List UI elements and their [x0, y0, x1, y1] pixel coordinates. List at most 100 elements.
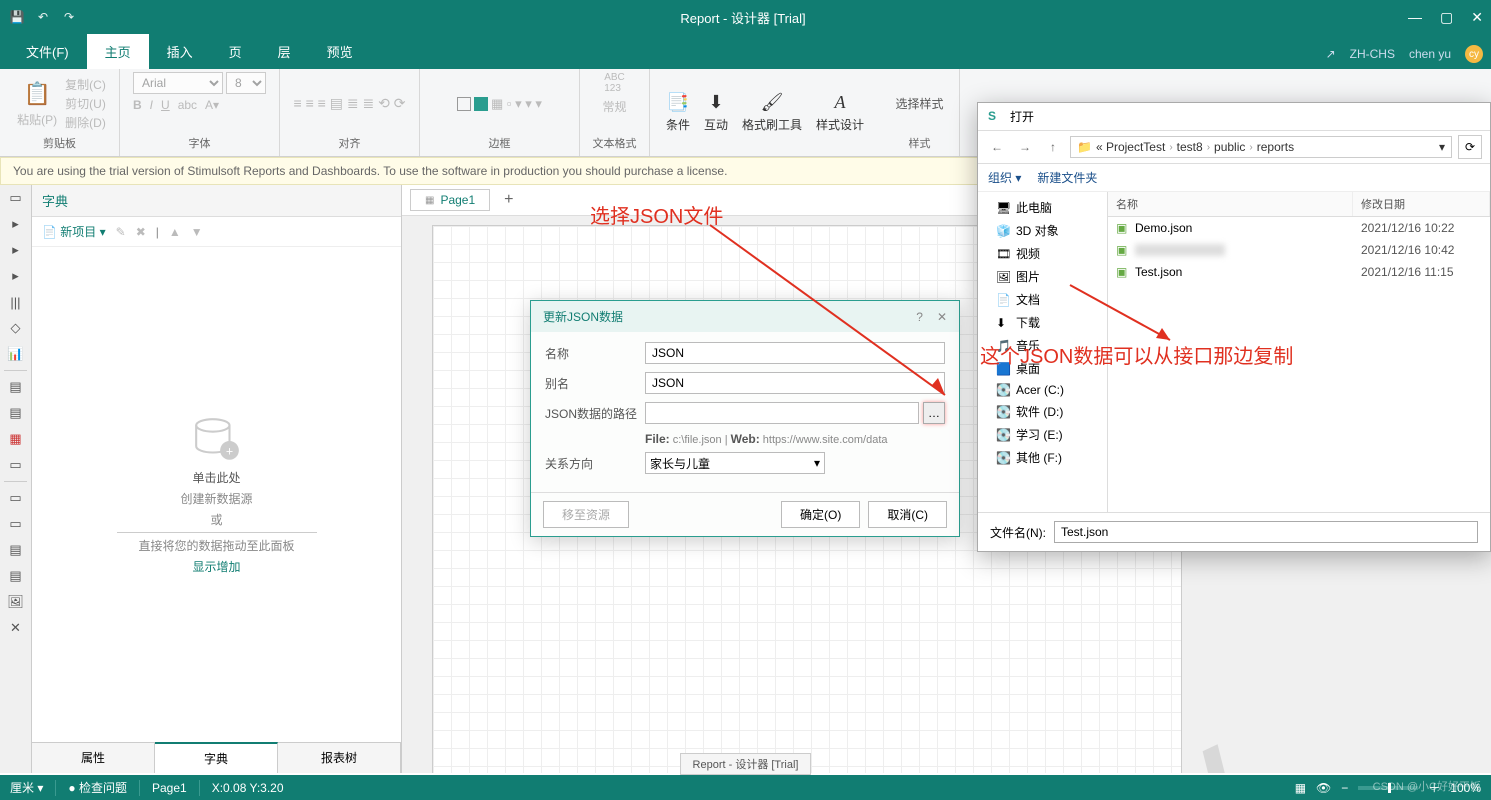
new-item-button[interactable]: 📄 新项目 ▾ [42, 223, 106, 240]
organize-button[interactable]: 组织 ▾ [988, 169, 1021, 186]
path-input[interactable] [645, 402, 919, 424]
file-row[interactable]: ▣Test.json2021/12/16 11:15 [1108, 261, 1490, 283]
tool-band-icon[interactable]: ▸ [0, 263, 31, 289]
dict-hint1[interactable]: 单击此处 [192, 469, 240, 486]
tool-cursor-icon[interactable]: ▭ [0, 185, 31, 211]
grid-icon[interactable]: ▦ [1295, 781, 1306, 795]
unit-selector[interactable]: 厘米 ▾ [10, 779, 43, 796]
check-issues[interactable]: ● 检查问题 [68, 779, 127, 796]
undo-icon[interactable]: ↶ [34, 8, 52, 26]
tool-shape-icon[interactable]: ◇ [0, 315, 31, 341]
side-pictures[interactable]: 🖼图片 [978, 265, 1107, 288]
name-input[interactable] [645, 342, 945, 364]
breadcrumb[interactable]: 📁 « ProjectTest› test8› public› reports … [1070, 136, 1452, 158]
tool-e-icon[interactable]: ▭ [0, 485, 31, 511]
paste-icon: 📋 [22, 79, 52, 109]
tab-dictionary[interactable]: 字典 [155, 742, 278, 773]
cancel-button[interactable]: 取消(C) [868, 501, 947, 528]
side-e[interactable]: 💽学习 (E:) [978, 423, 1107, 446]
redo-icon[interactable]: ↷ [60, 8, 78, 26]
side-music[interactable]: 🎵音乐 [978, 334, 1107, 357]
side-downloads[interactable]: ⬇下载 [978, 311, 1107, 334]
side-3d[interactable]: 🧊3D 对象 [978, 219, 1107, 242]
ribbon-tabs: 文件(F) 主页 插入 页 层 预览 ↗ ZH-CHS chen yu cy [0, 34, 1491, 69]
side-f[interactable]: 💽其他 (F:) [978, 446, 1107, 469]
format-brush-icon[interactable]: 🖌 [760, 90, 784, 114]
tool-c-icon[interactable]: ▦ [0, 426, 31, 452]
tab-insert[interactable]: 插入 [149, 34, 211, 69]
avatar[interactable]: cy [1465, 45, 1483, 63]
refresh-icon[interactable]: ⟳ [1458, 135, 1482, 159]
tool-h-icon[interactable]: ▤ [0, 563, 31, 589]
zoom-out-icon[interactable]: − [1341, 781, 1348, 795]
filename-input[interactable] [1054, 521, 1478, 543]
file-row[interactable]: ▣2021/12/16 10:42 [1108, 239, 1490, 261]
tool-i-icon[interactable]: 🖼 [0, 589, 31, 615]
cut-button: 剪切(U) [65, 95, 106, 112]
side-d[interactable]: 💽软件 (D:) [978, 400, 1107, 423]
app-logo-icon: S [988, 109, 1004, 125]
lang-label[interactable]: ZH-CHS [1350, 47, 1395, 61]
tab-home[interactable]: 主页 [87, 34, 149, 69]
condition-icon[interactable]: 📑 [666, 90, 690, 114]
modal-close-icon[interactable]: ✕ [937, 310, 947, 324]
tool-chart-icon[interactable]: 📊 [0, 341, 31, 367]
style-design-icon[interactable]: A [828, 90, 852, 114]
new-folder-button[interactable]: 新建文件夹 [1037, 169, 1097, 186]
tab-report-tree[interactable]: 报表树 [278, 743, 401, 773]
tool-d-icon[interactable]: ▭ [0, 452, 31, 478]
save-icon[interactable]: 💾 [8, 8, 26, 26]
minimize-icon[interactable]: — [1408, 9, 1422, 25]
interact-icon[interactable]: ⬇ [704, 90, 728, 114]
dict-hint4: 直接将您的数据拖动至此面板 [138, 537, 294, 554]
border-none-icon[interactable] [457, 97, 471, 111]
tool-image-icon[interactable]: ▸ [0, 237, 31, 263]
border-fill-icon[interactable] [474, 97, 488, 111]
edit-icon: ✎ [116, 225, 126, 239]
down-icon: ▼ [191, 225, 203, 239]
csdn-watermark: CSDN @小C好好干饭 [1373, 778, 1481, 794]
nav-fwd-icon: → [1014, 136, 1036, 158]
tool-g-icon[interactable]: ▤ [0, 537, 31, 563]
dict-hint5[interactable]: 显示增加 [192, 558, 240, 575]
nav-up-icon[interactable]: ↑ [1042, 136, 1064, 158]
tool-a-icon[interactable]: ▤ [0, 374, 31, 400]
select-style[interactable]: 选择样式 [895, 95, 943, 112]
tool-j-icon[interactable]: ✕ [0, 615, 31, 641]
tool-barcode-icon[interactable]: ||| [0, 289, 31, 315]
page-label: Page1 [152, 781, 187, 795]
browse-button[interactable]: … [923, 402, 945, 424]
ok-button[interactable]: 确定(O) [781, 501, 860, 528]
dict-title: 字典 [32, 185, 401, 217]
close-icon[interactable]: ✕ [1471, 9, 1483, 26]
side-c[interactable]: 💽Acer (C:) [978, 380, 1107, 400]
coord-label: X:0.08 Y:3.20 [212, 781, 284, 795]
tool-b-icon[interactable]: ▤ [0, 400, 31, 426]
file-list: 名称修改日期 ▣Demo.json2021/12/16 10:22 ▣2021/… [1108, 192, 1490, 512]
alias-input[interactable] [645, 372, 945, 394]
json-file-icon: ▣ [1116, 221, 1130, 235]
add-page-button[interactable]: + [498, 191, 519, 209]
tool-text-icon[interactable]: ▸ [0, 211, 31, 237]
side-video[interactable]: 🎞视频 [978, 242, 1107, 265]
window-title: Report - 设计器 [Trial] [78, 8, 1408, 27]
update-json-dialog: 更新JSON数据 ?✕ 名称 别名 JSON数据的路径… File: c:\fi… [530, 300, 960, 537]
relation-select[interactable]: 家长与儿童▾ [645, 452, 825, 474]
tab-layer[interactable]: 层 [260, 34, 309, 69]
maximize-icon[interactable]: ▢ [1440, 9, 1453, 26]
help-icon[interactable]: ? [916, 310, 923, 324]
tab-file[interactable]: 文件(F) [8, 34, 87, 69]
tool-f-icon[interactable]: ▭ [0, 511, 31, 537]
view-icon[interactable]: 👁 [1316, 781, 1331, 795]
file-row[interactable]: ▣Demo.json2021/12/16 10:22 [1108, 217, 1490, 239]
side-desktop[interactable]: 🟦桌面 [978, 357, 1107, 380]
page-tab[interactable]: Page1 [410, 189, 490, 211]
tab-page[interactable]: 页 [211, 34, 260, 69]
tab-preview[interactable]: 预览 [309, 34, 371, 69]
share-icon[interactable]: ↗ [1326, 47, 1336, 61]
side-thispc[interactable]: 🖥此电脑 [978, 196, 1107, 219]
side-docs[interactable]: 📄文档 [978, 288, 1107, 311]
nav-back-icon[interactable]: ← [986, 136, 1008, 158]
tab-properties[interactable]: 属性 [32, 743, 155, 773]
delete-icon: ✖ [136, 225, 146, 239]
